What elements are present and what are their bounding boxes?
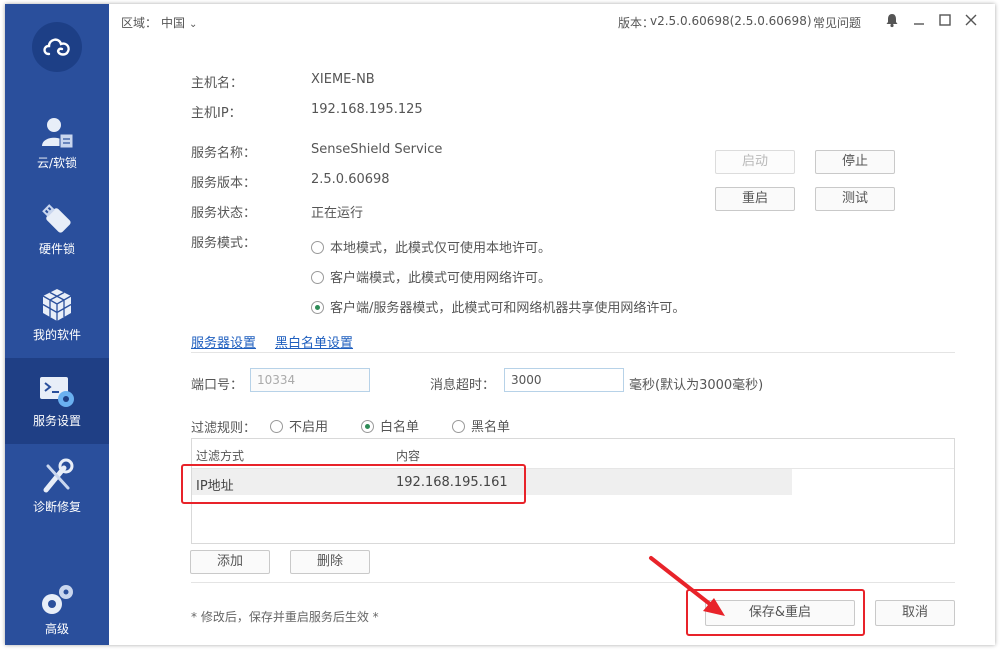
sidebar-item-hardware-lock[interactable]: 硬件锁 — [5, 186, 109, 272]
region-selector[interactable]: 中国 ⌄ — [161, 14, 197, 31]
service-status-label: 服务状态： — [191, 206, 257, 221]
add-button[interactable]: 添加 — [190, 550, 270, 574]
radio-filter-disabled[interactable] — [270, 420, 283, 433]
sidebar-item-label: 高级 — [44, 622, 69, 636]
filter-option-label: 不启用 — [289, 420, 329, 435]
service-mode-label: 服务模式： — [191, 236, 257, 251]
filter-option-blacklist[interactable]: 黑名单 — [452, 416, 510, 435]
region-value: 中国 — [161, 16, 186, 30]
restart-button[interactable]: 重启 — [715, 187, 795, 211]
start-button[interactable]: 启动 — [715, 150, 795, 174]
maximize-icon[interactable] — [937, 12, 953, 28]
usb-key-icon — [42, 204, 71, 233]
service-status-value: 正在运行 — [311, 206, 364, 221]
filter-option-label: 黑名单 — [471, 420, 511, 435]
mode-option-client-server[interactable]: 客户端/服务器模式，此模式可和网络机器共享使用网络许可。 — [311, 297, 685, 316]
gears-icon — [42, 585, 73, 614]
mode-option-client[interactable]: 客户端模式，此模式可使用网络许可。 — [311, 267, 551, 286]
column-header-content: 内容 — [396, 449, 421, 463]
tab-divider — [191, 352, 955, 353]
terminal-gear-icon — [40, 377, 74, 407]
column-header-method: 过滤方式 — [196, 449, 245, 463]
test-button[interactable]: 测试 — [815, 187, 895, 211]
delete-button[interactable]: 删除 — [290, 550, 370, 574]
host-ip-label: 主机IP： — [191, 106, 242, 121]
tab-whitelist-blacklist[interactable]: 黑白名单设置 — [275, 332, 353, 351]
cloud-user-icon — [42, 118, 74, 149]
wrench-screwdriver-icon — [43, 458, 74, 493]
service-version-label: 服务版本： — [191, 176, 257, 191]
title-bar: 区域： 中国 ⌄ 版本： v2.5.0.60698(2.5.0.60698) 常见… — [109, 4, 995, 38]
timeout-input[interactable] — [504, 368, 624, 392]
chevron-down-icon: ⌄ — [189, 19, 198, 30]
filter-option-label: 白名单 — [380, 420, 420, 435]
host-ip-value: 192.168.195.125 — [311, 102, 423, 117]
faq-link[interactable]: 常见问题 — [813, 14, 861, 31]
port-label: 端口号： — [191, 378, 244, 393]
sidebar-item-label: 云/软锁 — [36, 156, 78, 170]
version-value: v2.5.0.60698(2.5.0.60698) — [650, 14, 812, 28]
stop-button[interactable]: 停止 — [815, 150, 895, 174]
sidebar-item-service-settings[interactable]: 服务设置 — [5, 358, 109, 444]
radio-filter-whitelist[interactable] — [361, 420, 374, 433]
cancel-button[interactable]: 取消 — [875, 600, 955, 626]
radio-local[interactable] — [311, 241, 324, 254]
tab-server-settings[interactable]: 服务器设置 — [191, 332, 256, 351]
host-name-value: XIEME-NB — [311, 72, 375, 87]
footer-note: * 修改后，保存并重启服务后生效 * — [191, 610, 379, 624]
sidebar-item-advanced[interactable]: 高级 — [5, 574, 109, 644]
footer-divider — [191, 582, 955, 583]
sidebar-item-label: 诊断修复 — [32, 500, 81, 514]
mode-option-label: 本地模式，此模式仅可使用本地许可。 — [330, 241, 552, 256]
close-icon[interactable] — [963, 12, 979, 28]
radio-filter-blacklist[interactable] — [452, 420, 465, 433]
bell-icon[interactable] — [884, 12, 900, 28]
service-version-value: 2.5.0.60698 — [311, 172, 390, 187]
sidebar: 云/软锁 硬件锁 我的软件 服务设置 诊断修复 高级 — [5, 4, 109, 645]
minimize-icon[interactable] — [911, 12, 927, 28]
region-label: 区域： — [121, 16, 158, 30]
mode-option-label: 客户端/服务器模式，此模式可和网络机器共享使用网络许可。 — [330, 301, 686, 316]
app-window: 云/软锁 硬件锁 我的软件 服务设置 诊断修复 高级 区域： 中国 ⌄ 版本： … — [5, 4, 995, 645]
sidebar-item-label: 服务设置 — [32, 414, 81, 428]
radio-client[interactable] — [311, 271, 324, 284]
port-input[interactable] — [250, 368, 370, 392]
radio-client-server[interactable] — [311, 301, 324, 314]
row-highlight-annotation — [181, 464, 526, 504]
sidebar-item-cloud-lock[interactable]: 云/软锁 — [5, 100, 109, 186]
service-name-label: 服务名称： — [191, 146, 257, 161]
version-label: 版本： — [618, 16, 655, 30]
service-name-value: SenseShield Service — [311, 142, 443, 157]
sidebar-item-diagnose-repair[interactable]: 诊断修复 — [5, 444, 109, 530]
sidebar-item-label: 我的软件 — [32, 328, 81, 342]
red-arrow-annotation — [649, 556, 725, 616]
cubes-icon — [42, 289, 72, 321]
sidebar-item-label: 硬件锁 — [38, 242, 75, 256]
mode-option-label: 客户端模式，此模式可使用网络许可。 — [330, 271, 552, 286]
cloud-logo-icon — [43, 38, 70, 56]
filter-option-whitelist[interactable]: 白名单 — [361, 416, 419, 435]
timeout-unit: 毫秒(默认为3000毫秒) — [629, 378, 764, 393]
timeout-label: 消息超时： — [430, 378, 496, 393]
filter-rule-label: 过滤规则： — [191, 421, 257, 436]
sidebar-item-my-software[interactable]: 我的软件 — [5, 272, 109, 358]
host-name-label: 主机名： — [191, 76, 244, 91]
mode-option-local[interactable]: 本地模式，此模式仅可使用本地许可。 — [311, 237, 551, 256]
app-logo — [32, 22, 82, 72]
filter-option-disabled[interactable]: 不启用 — [270, 416, 328, 435]
